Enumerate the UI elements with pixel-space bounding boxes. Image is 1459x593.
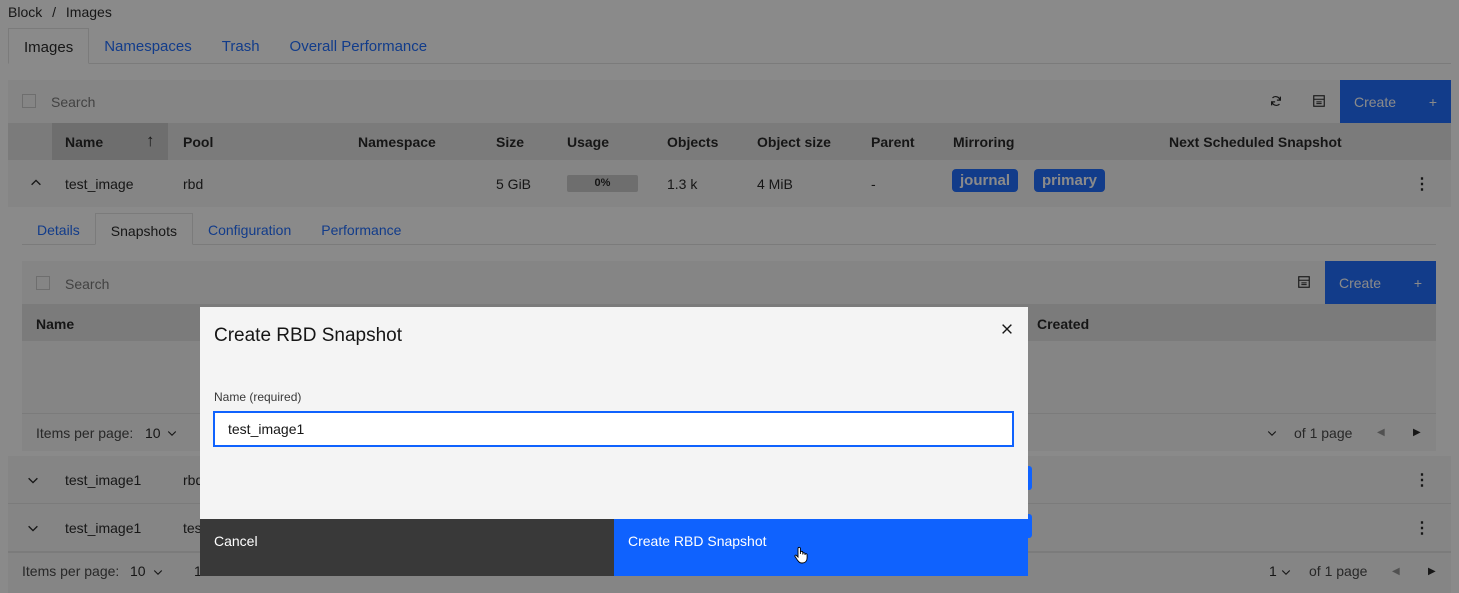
create-snapshot-submit-button[interactable]: Create RBD Snapshot — [614, 519, 1028, 576]
modal-title: Create RBD Snapshot — [214, 325, 402, 346]
snapshot-name-input[interactable] — [213, 411, 1014, 447]
cancel-button[interactable]: Cancel — [200, 519, 614, 576]
obscured-tag-edge — [1028, 466, 1032, 490]
name-field-label: Name (required) — [214, 390, 302, 404]
close-icon[interactable] — [1000, 320, 1014, 341]
obscured-tag-edge — [1028, 514, 1032, 538]
create-snapshot-modal: Create RBD Snapshot Name (required) Canc… — [200, 307, 1028, 576]
hand-cursor-icon — [794, 546, 808, 567]
